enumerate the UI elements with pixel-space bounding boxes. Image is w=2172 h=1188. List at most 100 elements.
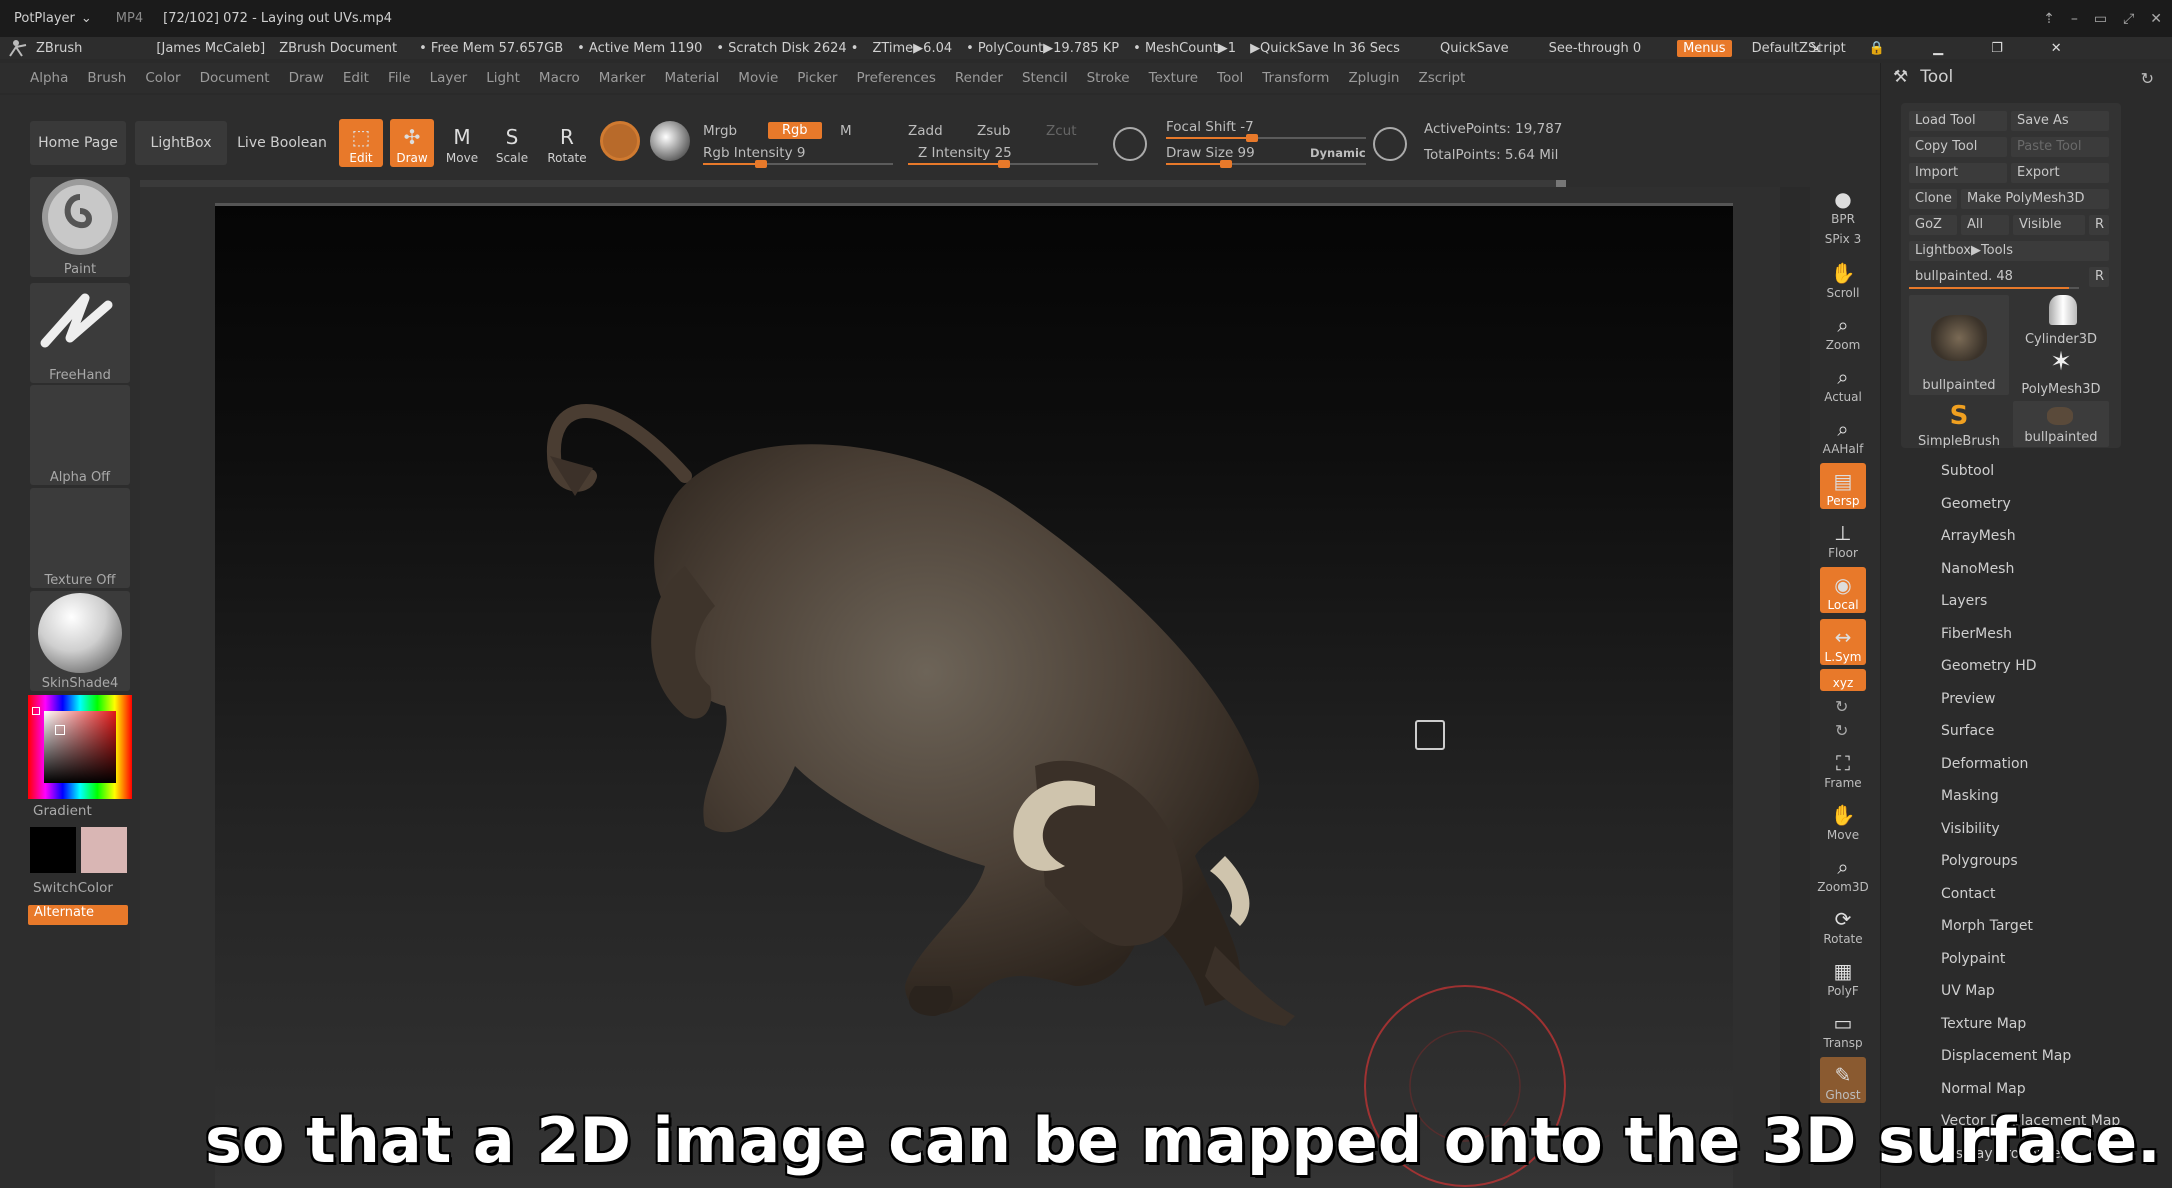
menu-macro[interactable]: Macro bbox=[539, 70, 580, 86]
viewport[interactable] bbox=[215, 203, 1733, 1188]
z-intensity-slider[interactable] bbox=[908, 160, 1098, 168]
close-icon[interactable]: ✕ bbox=[2051, 41, 2062, 56]
transp-button[interactable]: ▭ Transp bbox=[1820, 1005, 1866, 1051]
tool-thumb-simplebrush[interactable]: S SimpleBrush bbox=[1909, 401, 2009, 449]
subpalette-surface[interactable]: Surface bbox=[1941, 723, 2120, 756]
menu-transform[interactable]: Transform bbox=[1262, 70, 1329, 86]
tool-thumb-polymesh[interactable]: ✶ PolyMesh3D bbox=[2013, 347, 2109, 397]
menu-zplugin[interactable]: Zplugin bbox=[1348, 70, 1399, 86]
material-swatch-icon[interactable] bbox=[600, 121, 640, 161]
paste-tool-button[interactable]: Paste Tool bbox=[2011, 137, 2109, 157]
rotate-axis-icon[interactable]: ↻ ↻ bbox=[1835, 695, 1848, 743]
subpalette-fibermesh[interactable]: FiberMesh bbox=[1941, 626, 2120, 659]
goz-visible-button[interactable]: Visible bbox=[2013, 215, 2085, 235]
menu-document[interactable]: Document bbox=[200, 70, 270, 86]
menu-layer[interactable]: Layer bbox=[430, 70, 468, 86]
primary-color-swatch[interactable] bbox=[30, 827, 76, 873]
menu-edit[interactable]: Edit bbox=[343, 70, 369, 86]
persp-button[interactable]: ▤ Persp bbox=[1820, 463, 1866, 509]
layout-icon[interactable]: ⇲ bbox=[1810, 41, 1821, 56]
brush-selector[interactable]: Paint bbox=[30, 177, 130, 277]
menu-render[interactable]: Render bbox=[955, 70, 1003, 86]
player-app-menu[interactable]: PotPlayer ⌄ bbox=[0, 11, 106, 26]
spotlight-icon[interactable] bbox=[650, 121, 690, 161]
bpr-button[interactable]: ● BPR bbox=[1820, 181, 1866, 227]
alternate-button[interactable]: Alternate bbox=[28, 905, 128, 925]
menu-texture[interactable]: Texture bbox=[1149, 70, 1198, 86]
move-view-button[interactable]: ✋ Move bbox=[1820, 797, 1866, 843]
subpalette-polypaint[interactable]: Polypaint bbox=[1941, 951, 2120, 984]
load-tool-button[interactable]: Load Tool bbox=[1909, 111, 2007, 131]
menu-file[interactable]: File bbox=[388, 70, 411, 86]
aahalf-button[interactable]: ⌕ AAHalf bbox=[1820, 411, 1866, 457]
secondary-color-swatch[interactable] bbox=[81, 827, 127, 873]
lsym-button[interactable]: ↔ L.Sym bbox=[1820, 619, 1866, 665]
menu-preferences[interactable]: Preferences bbox=[856, 70, 935, 86]
menu-zscript[interactable]: Zscript bbox=[1418, 70, 1465, 86]
zoom3d-button[interactable]: ⌕ Zoom3D bbox=[1817, 849, 1868, 895]
menu-light[interactable]: Light bbox=[486, 70, 520, 86]
ghost-button[interactable]: ✎ Ghost bbox=[1820, 1057, 1866, 1103]
subpalette-nanomesh[interactable]: NanoMesh bbox=[1941, 561, 2120, 594]
zoom-button[interactable]: ⌕ Zoom bbox=[1820, 307, 1866, 353]
floor-button[interactable]: ⊥ Floor bbox=[1820, 515, 1866, 561]
goz-r-button[interactable]: R bbox=[2089, 215, 2109, 235]
goz-button[interactable]: GoZ bbox=[1909, 215, 1957, 235]
current-tool-r-button[interactable]: R bbox=[2089, 267, 2109, 287]
subpalette-layers[interactable]: Layers bbox=[1941, 593, 2120, 626]
lock-icon[interactable]: 🔒 bbox=[1869, 41, 1885, 56]
refresh-icon[interactable]: ↻ bbox=[2141, 69, 2154, 88]
rotate-mode-button[interactable]: R Rotate bbox=[545, 119, 589, 167]
menu-material[interactable]: Material bbox=[664, 70, 719, 86]
alpha-selector[interactable]: Alpha Off bbox=[30, 385, 130, 485]
stroke-selector[interactable]: FreeHand bbox=[30, 283, 130, 383]
move-mode-button[interactable]: M Move bbox=[440, 119, 484, 167]
subpalette-preview[interactable]: Preview bbox=[1941, 691, 2120, 724]
menu-alpha[interactable]: Alpha bbox=[30, 70, 68, 86]
focal-shift-slider[interactable] bbox=[1166, 134, 1366, 142]
copy-tool-button[interactable]: Copy Tool bbox=[1909, 137, 2007, 157]
menu-movie[interactable]: Movie bbox=[738, 70, 778, 86]
xyz-button[interactable]: xyz bbox=[1820, 669, 1866, 691]
material-selector[interactable]: SkinShade4 bbox=[30, 591, 130, 691]
menu-tool[interactable]: Tool bbox=[1217, 70, 1243, 86]
lightbox-tools-button[interactable]: Lightbox▶Tools bbox=[1909, 241, 2109, 261]
maximize-icon[interactable]: ▭ bbox=[2094, 11, 2107, 27]
scroll-button[interactable]: ✋ Scroll bbox=[1820, 255, 1866, 301]
subpalette-masking[interactable]: Masking bbox=[1941, 788, 2120, 821]
switch-color-button[interactable]: SwitchColor bbox=[33, 880, 113, 896]
subpalette-texture-map[interactable]: Texture Map bbox=[1941, 1016, 2120, 1049]
subpalette-geometry[interactable]: Geometry bbox=[1941, 496, 2120, 529]
draw-size-icon[interactable] bbox=[1373, 127, 1407, 161]
goz-all-button[interactable]: All bbox=[1961, 215, 2009, 235]
tool-palette-header[interactable]: ⚒ Tool bbox=[1893, 67, 1953, 87]
rgb-toggle[interactable]: Rgb bbox=[768, 122, 822, 139]
rgb-intensity-slider[interactable] bbox=[703, 160, 893, 168]
subpalette-uv-map[interactable]: UV Map bbox=[1941, 983, 2120, 1016]
scale-mode-button[interactable]: S Scale bbox=[490, 119, 534, 167]
menu-stencil[interactable]: Stencil bbox=[1022, 70, 1068, 86]
mrgb-toggle[interactable]: Mrgb bbox=[703, 123, 737, 139]
spix-slider[interactable]: SPix 3 bbox=[1820, 225, 1866, 247]
tool-thumb-bullpainted-2[interactable]: bullpainted bbox=[2013, 401, 2109, 447]
menu-picker[interactable]: Picker bbox=[797, 70, 837, 86]
menu-brush[interactable]: Brush bbox=[87, 70, 126, 86]
quicksave-button[interactable]: QuickSave bbox=[1440, 41, 1509, 56]
menu-stroke[interactable]: Stroke bbox=[1087, 70, 1130, 86]
clone-button[interactable]: Clone bbox=[1909, 189, 1957, 209]
make-polymesh-button[interactable]: Make PolyMesh3D bbox=[1961, 189, 2109, 209]
frame-button[interactable]: ⛶ Frame bbox=[1820, 745, 1866, 791]
focal-shift-icon[interactable] bbox=[1113, 127, 1147, 161]
local-button[interactable]: ◉ Local bbox=[1820, 567, 1866, 613]
subpalette-displacement-map[interactable]: Displacement Map bbox=[1941, 1048, 2120, 1081]
zadd-toggle[interactable]: Zadd bbox=[908, 123, 943, 139]
pin-icon[interactable]: ⇡ bbox=[2043, 11, 2055, 27]
save-as-button[interactable]: Save As bbox=[2011, 111, 2109, 131]
restore-icon[interactable]: ❐ bbox=[1991, 41, 2003, 56]
menu-draw[interactable]: Draw bbox=[289, 70, 324, 86]
subpalette-polygroups[interactable]: Polygroups bbox=[1941, 853, 2120, 886]
camera-icon[interactable] bbox=[1415, 720, 1445, 750]
import-button[interactable]: Import bbox=[1909, 163, 2007, 183]
subpalette-deformation[interactable]: Deformation bbox=[1941, 756, 2120, 789]
color-picker[interactable] bbox=[28, 695, 132, 799]
